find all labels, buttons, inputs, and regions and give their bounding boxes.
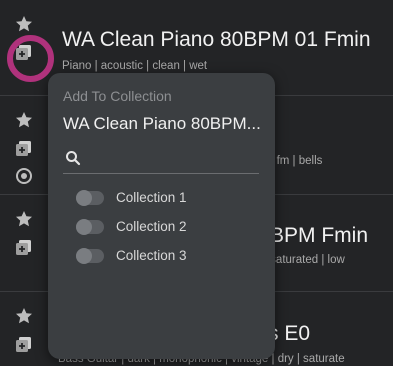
- sample-tags: | saturated | low: [264, 254, 345, 266]
- collection-search: [63, 147, 261, 174]
- collection-item[interactable]: Collection 2: [76, 217, 256, 237]
- popup-item-name: WA Clean Piano 80BPM...: [63, 114, 261, 133]
- toggle-knob: [76, 248, 92, 264]
- row-actions: [14, 14, 54, 70]
- add-to-collection-popup: Add To Collection WA Clean Piano 80BPM..…: [48, 73, 275, 359]
- sample-title: WA Clean Piano 80BPM 01 Fmin: [62, 28, 371, 51]
- similar-sounds-icon[interactable]: [14, 166, 34, 186]
- collection-search-input[interactable]: [87, 148, 261, 172]
- add-to-collection-icon[interactable]: [14, 237, 34, 257]
- star-icon[interactable]: [14, 14, 34, 34]
- star-icon[interactable]: [14, 306, 34, 326]
- collection-label: Collection 3: [116, 248, 187, 263]
- collection-item[interactable]: Collection 3: [76, 246, 256, 266]
- add-to-collection-icon[interactable]: [14, 334, 34, 354]
- collection-toggle[interactable]: [76, 190, 104, 206]
- toggle-knob: [76, 190, 92, 206]
- collection-item[interactable]: Collection 1: [76, 188, 256, 208]
- collection-label: Collection 2: [116, 219, 187, 234]
- sample-title: BPM Fmin: [270, 224, 369, 247]
- toggle-knob: [76, 219, 92, 235]
- collection-label: Collection 1: [116, 190, 187, 205]
- star-icon[interactable]: [14, 209, 34, 229]
- search-icon: [66, 151, 81, 166]
- collection-toggle[interactable]: [76, 248, 104, 264]
- collection-toggle[interactable]: [76, 219, 104, 235]
- add-to-collection-icon[interactable]: [14, 138, 34, 158]
- popup-header: Add To Collection: [63, 88, 172, 104]
- add-to-collection-icon[interactable]: [14, 42, 34, 62]
- star-icon[interactable]: [14, 110, 34, 130]
- sample-tags: Piano | acoustic | clean | wet: [62, 60, 208, 72]
